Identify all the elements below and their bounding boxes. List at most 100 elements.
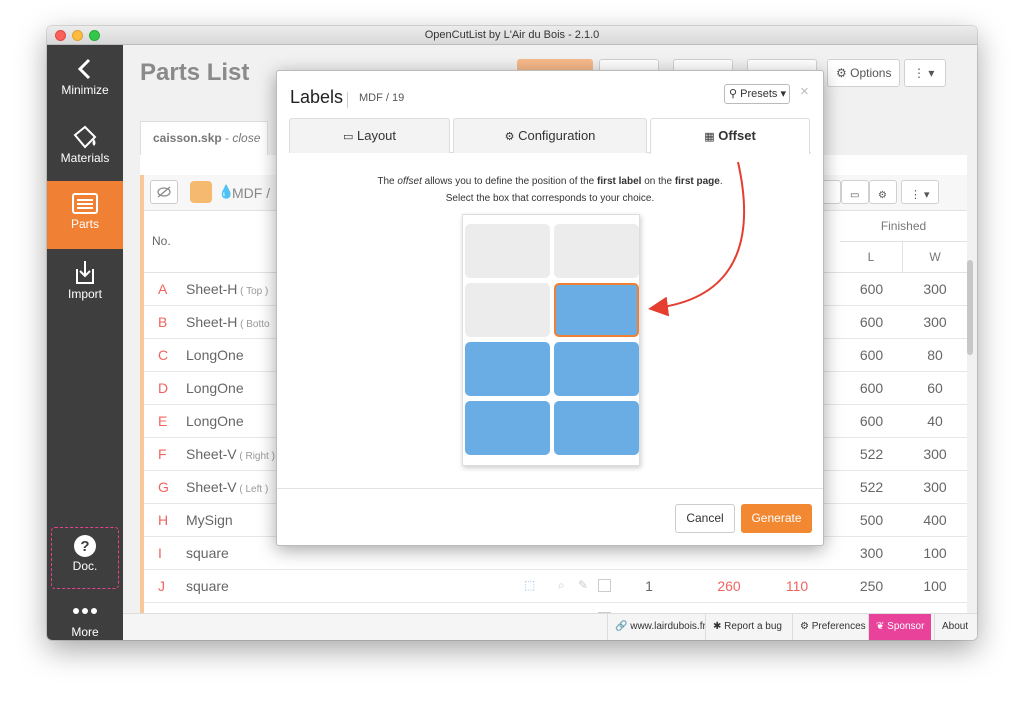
part-name: Sheet-V ( Right ) (186, 446, 275, 462)
close-window-button[interactable] (55, 30, 66, 41)
labels-button[interactable]: ▭ (841, 180, 869, 204)
part-tag: ( Right ) (236, 451, 275, 462)
offset-description: The offset allows you to define the posi… (277, 173, 823, 207)
part-letter: C (158, 347, 169, 363)
sidebar-item-label: More (71, 625, 99, 639)
sidebar-item-materials[interactable]: Materials (47, 115, 123, 183)
bug-icon: ✱ (713, 621, 722, 632)
report-bug-link[interactable]: ✱ Report a bug (705, 614, 789, 640)
part-name-text: LongOne (186, 347, 244, 363)
finished-width: 400 (923, 512, 947, 528)
footer-bar: 🔗 www.lairdubois.fr ✱ Report a bug ⚙ Pre… (123, 613, 977, 640)
tab-offset[interactable]: ▦ Offset (650, 118, 810, 154)
column-header-w[interactable]: W (903, 242, 967, 273)
part-length: 260 (717, 578, 741, 594)
page-preview (462, 214, 640, 466)
sidebar-item-parts[interactable]: Parts (47, 181, 123, 249)
table-row[interactable]: Jsquare ⬚ ⌕ ✎ 1 260 110 250 100 (144, 570, 967, 603)
zoom-window-button[interactable] (89, 30, 100, 41)
sponsor-label: Sponsor (887, 621, 925, 632)
close-dialog-button[interactable]: × (800, 83, 809, 100)
part-name: LongOne (186, 413, 244, 429)
file-sep: - (221, 131, 233, 145)
sheet-good-icon (190, 181, 212, 203)
finished-length: 600 (859, 413, 884, 429)
import-icon (76, 261, 94, 284)
sliders-icon: ⚲ (729, 88, 738, 100)
sidebar-item-import[interactable]: Import (47, 251, 123, 319)
checkbox[interactable] (598, 579, 611, 592)
offset-cell[interactable] (465, 401, 550, 455)
cancel-button[interactable]: Cancel (675, 504, 735, 533)
sidebar-item-more[interactable]: More (47, 589, 123, 640)
finished-width: 300 (923, 446, 947, 462)
pencil-icon[interactable]: ✎ (578, 578, 588, 592)
tab-layout[interactable]: ▭ Layout (289, 118, 450, 153)
material-label: MDF / (232, 185, 271, 201)
search-icon[interactable]: ⌕ (558, 578, 565, 593)
row-actions: ⬚ ⌕ ✎ (524, 578, 624, 594)
part-letter: F (158, 446, 167, 462)
part-tag: ( Top ) (237, 286, 269, 297)
vertical-ellipsis-icon: ⋮ ▾ (910, 189, 930, 201)
part-name: Sheet-V ( Left ) (186, 479, 268, 495)
generate-button[interactable]: Generate (741, 504, 812, 533)
sponsor-link[interactable]: ❦ Sponsor (868, 614, 932, 640)
column-header-l[interactable]: L (840, 242, 903, 273)
scrollbar[interactable] (967, 260, 973, 355)
tab-label: Configuration (518, 128, 596, 143)
finished-length: 250 (859, 578, 884, 594)
sidebar-item-minimize[interactable]: Minimize (47, 47, 123, 115)
eye-slash-icon (157, 186, 171, 198)
file-tab[interactable]: caisson.skp - close (140, 121, 268, 155)
tab-configuration[interactable]: ⚙ Configuration (453, 118, 647, 153)
gear-icon: ⚙ (836, 66, 847, 80)
offset-cell[interactable] (554, 224, 639, 278)
part-letter: E (158, 413, 168, 429)
svg-text:?: ? (80, 538, 89, 555)
sidebar-item-label: Materials (60, 151, 110, 165)
desc-text: first label (596, 176, 642, 187)
part-name-text: square (186, 578, 229, 594)
about-link[interactable]: About (934, 614, 975, 640)
close-file-link[interactable]: close (232, 131, 260, 145)
tab-label: Offset (718, 128, 756, 143)
offset-cell-selected[interactable] (554, 283, 639, 337)
paint-bucket-icon (73, 125, 97, 149)
website-link[interactable]: 🔗 www.lairdubois.fr (607, 614, 713, 640)
presets-dropdown[interactable]: ⚲ Presets ▾ (724, 84, 790, 104)
dialog-title: Labels (290, 87, 344, 107)
tab-label: Layout (356, 128, 397, 143)
part-count: 1 (645, 578, 653, 594)
window-title: OpenCutList by L'Air du Bois - 2.1.0 (424, 29, 600, 41)
part-tag: ( Left ) (236, 484, 269, 495)
offset-cell[interactable] (554, 342, 639, 396)
minimize-window-button[interactable] (72, 30, 83, 41)
offset-cell[interactable] (465, 283, 550, 337)
preferences-link[interactable]: ⚙ Preferences (792, 614, 873, 640)
part-name: square (186, 578, 229, 594)
more-menu-button[interactable]: ⋮ ▾ (904, 59, 946, 87)
column-header-no[interactable]: No. (152, 234, 171, 248)
title-divider (347, 92, 348, 108)
group-menu-button[interactable]: ⋮ ▾ (901, 180, 939, 204)
part-letter: A (158, 281, 168, 297)
part-name-text: square (186, 545, 229, 561)
options-button[interactable]: ⚙ Options (827, 59, 901, 87)
desc-text: offset (397, 176, 422, 187)
link-icon: 🔗 (615, 621, 628, 632)
offset-cell[interactable] (554, 401, 639, 455)
toggle-visibility-button[interactable] (150, 180, 178, 204)
sidebar-item-doc[interactable]: ? Doc. (47, 523, 123, 591)
cutlist-button[interactable]: ⚙ (869, 180, 897, 204)
finished-width: 80 (927, 347, 943, 363)
offset-cell[interactable] (465, 342, 550, 396)
offset-cell[interactable] (465, 224, 550, 278)
sidebar-item-label: Doc. (72, 559, 98, 573)
part-width: 110 (785, 578, 809, 594)
part-letter: J (158, 578, 165, 594)
dialog-body: The offset allows you to define the posi… (277, 153, 823, 489)
title-bar: OpenCutList by L'Air du Bois - 2.1.0 (47, 26, 977, 45)
part-name: LongOne (186, 380, 244, 396)
sidebar: Minimize Materials Parts Import ? Doc. M… (47, 45, 123, 640)
